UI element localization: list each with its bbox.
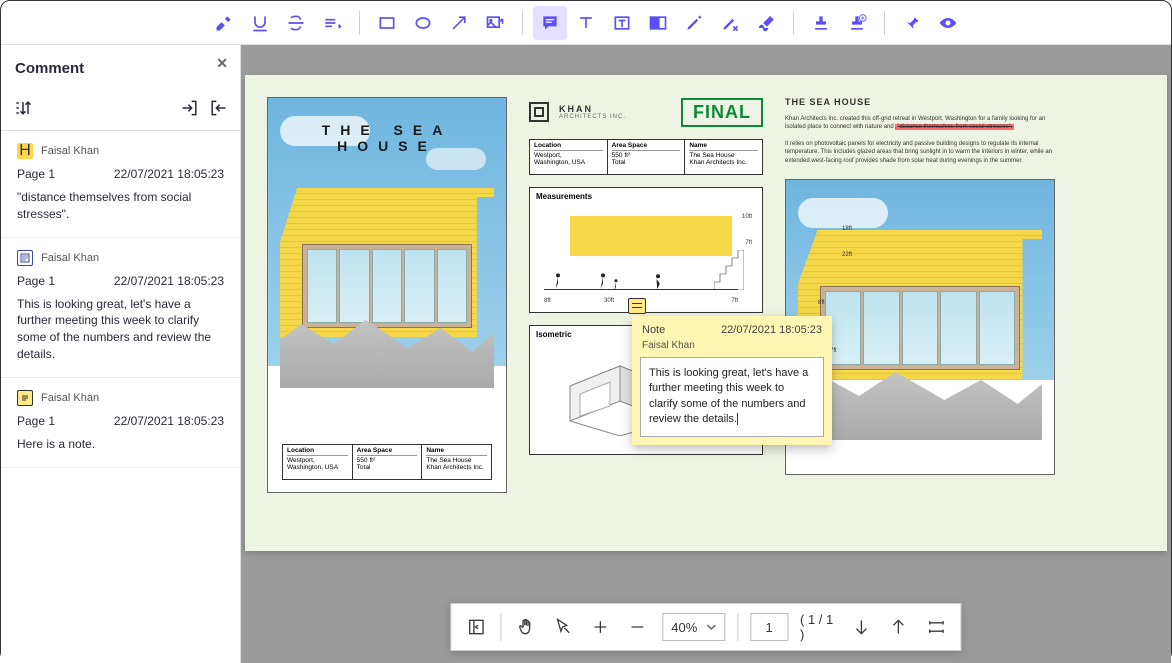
- comment-author: Faisal Khan: [41, 252, 99, 264]
- text-style-dropdown-icon[interactable]: [315, 6, 349, 40]
- comment-page: Page 1: [17, 414, 55, 428]
- info-table: Location Westport, Washington, USA Area …: [282, 444, 492, 480]
- document-canvas[interactable]: THE SEA HOUSE Location Westport, Washing…: [241, 45, 1171, 663]
- sticky-timestamp: 22/07/2021 18:05:23: [721, 324, 822, 336]
- poster-title: THE SEA HOUSE: [268, 122, 506, 154]
- logo-name: KHAN: [559, 104, 626, 114]
- comment-author: Faisal Khan: [41, 145, 99, 157]
- description-title: THE SEA HOUSE: [785, 97, 1065, 107]
- comment-text: This is looking great, let's have a furt…: [17, 296, 224, 363]
- text-box-icon[interactable]: [605, 6, 639, 40]
- comment-sidebar: Comment ✕ H Faisal Khan Page 1: [1, 45, 241, 663]
- export-icon[interactable]: [208, 98, 228, 123]
- fit-width-icon[interactable]: [923, 613, 948, 641]
- select-icon[interactable]: [551, 613, 576, 641]
- sticky-note-icon[interactable]: [628, 298, 646, 314]
- page-input[interactable]: 1: [750, 613, 788, 641]
- measurements-panel: Measurements 10ft 7ft 8ft 30ft: [529, 187, 763, 313]
- next-page-icon[interactable]: [849, 613, 874, 641]
- final-stamp: FINAL: [681, 98, 763, 127]
- pan-icon[interactable]: [513, 613, 538, 641]
- logo-sub: ARCHITECTS INC.: [559, 114, 626, 120]
- sticky-note-popup[interactable]: Note 22/07/2021 18:05:23 Faisal Khan Thi…: [632, 316, 832, 445]
- right-column: THE SEA HOUSE Khan Architects Inc. creat…: [785, 97, 1065, 529]
- highlighted-text[interactable]: "distance themselves from social stresse…: [895, 124, 1014, 130]
- arrow-icon[interactable]: [442, 6, 476, 40]
- info-table: Location Westport, Washington, USA Area …: [529, 139, 763, 175]
- comment-text: "distance themselves from social stresse…: [17, 189, 224, 223]
- sticky-note-annotation-icon: [17, 390, 33, 406]
- stamp-add-icon[interactable]: [840, 6, 874, 40]
- comment-page: Page 1: [17, 274, 55, 288]
- comment-list: H Faisal Khan Page 1 22/07/2021 18:05:23…: [1, 131, 240, 663]
- underline-icon[interactable]: [243, 6, 277, 40]
- page-count: ( 1 / 1 ): [800, 612, 837, 642]
- sidebar-toggle-icon[interactable]: [463, 613, 488, 641]
- toolbar-separator: [793, 11, 794, 35]
- toolbar-separator: [884, 11, 885, 35]
- viewer-toolbar: 40% 1 ( 1 / 1 ): [450, 603, 961, 651]
- eye-icon[interactable]: [931, 6, 965, 40]
- sticky-author: Faisal Khan: [632, 340, 832, 357]
- image-icon[interactable]: [478, 6, 512, 40]
- toolbar-separator: [359, 11, 360, 35]
- sort-icon[interactable]: [13, 98, 33, 123]
- comment-timestamp: 22/07/2021 18:05:23: [114, 414, 224, 428]
- ink-icon[interactable]: [677, 6, 711, 40]
- ink-erase-icon[interactable]: [713, 6, 747, 40]
- annotation-toolbar: [1, 1, 1171, 45]
- zoom-out-icon[interactable]: [625, 613, 650, 641]
- middle-column: KHAN ARCHITECTS INC. FINAL Location West…: [529, 97, 763, 529]
- sticky-type: Note: [642, 324, 665, 336]
- import-icon[interactable]: [180, 98, 200, 123]
- comment-timestamp: 22/07/2021 18:05:23: [114, 167, 224, 181]
- strikethrough-icon[interactable]: [279, 6, 313, 40]
- highlight-icon[interactable]: [207, 6, 241, 40]
- ellipse-icon[interactable]: [406, 6, 440, 40]
- comment-author: Faisal Khan: [41, 392, 99, 404]
- comment-text: Here is a note.: [17, 436, 224, 453]
- sidebar-title: Comment: [15, 60, 84, 77]
- prev-page-icon[interactable]: [886, 613, 911, 641]
- comment-icon[interactable]: [533, 6, 567, 40]
- stamp-icon[interactable]: [804, 6, 838, 40]
- comment-item[interactable]: Faisal Khan Page 1 22/07/2021 18:05:23 T…: [1, 238, 240, 378]
- description-paragraph: Khan Architects Inc. created this off-gr…: [785, 115, 1065, 132]
- description-paragraph: It relies on photovoltaic panels for ele…: [785, 140, 1065, 165]
- comment-timestamp: 22/07/2021 18:05:23: [114, 274, 224, 288]
- compare-icon[interactable]: [641, 6, 675, 40]
- zoom-select[interactable]: 40%: [662, 613, 725, 641]
- note-annotation-icon: [17, 250, 33, 266]
- logo-icon: [529, 102, 549, 122]
- toolbar-separator: [522, 11, 523, 35]
- poster-main: THE SEA HOUSE Location Westport, Washing…: [267, 97, 507, 493]
- zoom-in-icon[interactable]: [588, 613, 613, 641]
- text-icon[interactable]: [569, 6, 603, 40]
- comment-item[interactable]: Faisal Khan Page 1 22/07/2021 18:05:23 H…: [1, 378, 240, 468]
- pin-icon[interactable]: [895, 6, 929, 40]
- close-icon[interactable]: ✕: [216, 55, 228, 72]
- sign-icon[interactable]: [749, 6, 783, 40]
- comment-item[interactable]: H Faisal Khan Page 1 22/07/2021 18:05:23…: [1, 131, 240, 238]
- highlight-annotation-icon: H: [17, 143, 33, 159]
- sticky-textarea[interactable]: This is looking great, let's have a furt…: [640, 357, 824, 437]
- rectangle-icon[interactable]: [370, 6, 404, 40]
- comment-page: Page 1: [17, 167, 55, 181]
- document-page[interactable]: THE SEA HOUSE Location Westport, Washing…: [245, 75, 1167, 551]
